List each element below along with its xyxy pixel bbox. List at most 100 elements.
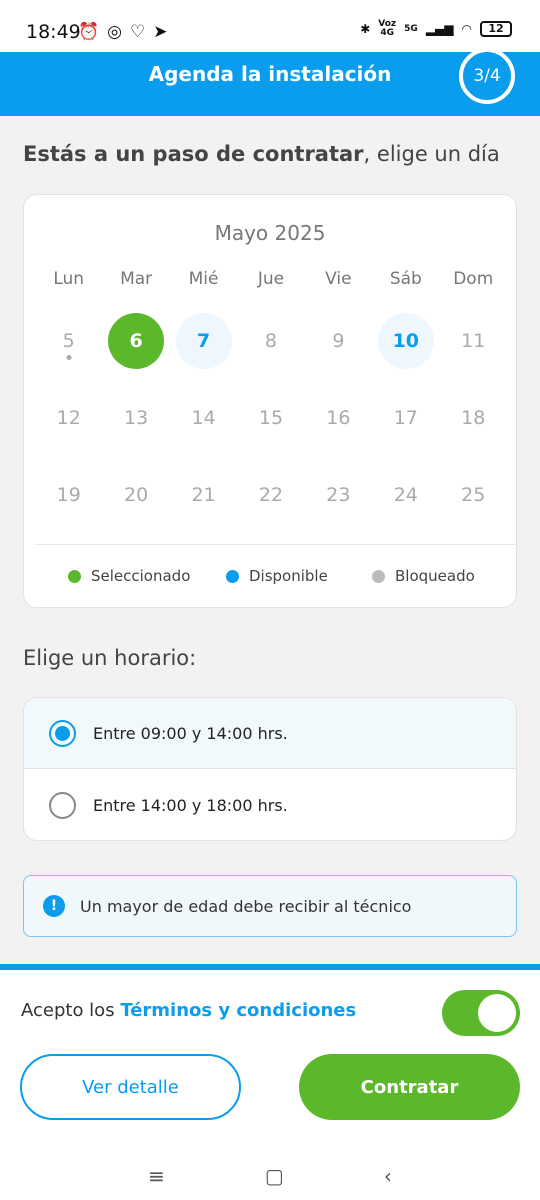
calendar-day-blocked: 21 <box>170 467 237 523</box>
legend-label: Disponible <box>249 567 328 585</box>
calendar-day-blocked: 25 <box>440 467 507 523</box>
calendar-week-row: 12 13 14 15 16 17 18 <box>35 390 507 446</box>
calendar-day-blocked: 15 <box>237 390 304 446</box>
calendar-day-number: 24 <box>393 484 418 506</box>
legend-dot-blocked <box>372 569 385 583</box>
weekday-label: Dom <box>453 269 494 289</box>
legend-label: Seleccionado <box>91 567 191 585</box>
calendar-card: Mayo 2025 Lun Mar Mié Jue Vie Sáb Dom 5 6… <box>23 194 517 608</box>
calendar-day-number: 21 <box>191 484 216 506</box>
weekday-label: Sáb <box>389 269 422 289</box>
telegram-icon: ➤ <box>153 22 168 42</box>
calendar-day-blocked: 9 <box>305 313 372 369</box>
weekday-label: Lun <box>53 269 85 289</box>
back-icon[interactable]: ‹ <box>384 1164 392 1188</box>
calendar-day-number: 22 <box>258 484 284 506</box>
app-icon: ♡ <box>130 22 146 42</box>
contract-button[interactable]: Contratar <box>299 1054 520 1120</box>
calendar-day-number: 5 <box>62 330 75 352</box>
calendar-day-blocked: 18 <box>440 390 507 446</box>
view-detail-button[interactable]: Ver detalle <box>20 1054 241 1120</box>
menu-icon[interactable]: ≡ <box>148 1164 165 1188</box>
calendar-month: Mayo 2025 <box>214 221 326 245</box>
calendar-day-available[interactable]: 10 <box>372 313 439 369</box>
terms-text: Acepto los Términos y condiciones <box>21 1000 356 1021</box>
calendar-day-blocked: 17 <box>372 390 439 446</box>
calendar-day-number: 11 <box>461 330 486 352</box>
today-dot-icon <box>66 355 72 360</box>
status-bar: 18:49 ⏰ ◎ ♡ ➤ ✱ Voz 4G 5G ▂▄▆ ◠ 12 <box>0 0 540 52</box>
bottom-action-sheet: Acepto los Términos y condiciones Ver de… <box>0 964 540 1200</box>
status-time: 18:49 <box>26 21 81 43</box>
calendar-day-blocked: 13 <box>102 390 169 446</box>
bluetooth-icon: ✱ <box>360 22 371 36</box>
calendar-day-blocked: 8 <box>237 313 304 369</box>
status-left-icons: ⏰ ◎ ♡ ➤ <box>78 22 168 42</box>
schedule-option-label: Entre 14:00 y 18:00 hrs. <box>93 796 288 815</box>
calendar-day-number: 9 <box>332 330 345 352</box>
voz-4g-indicator: Voz 4G <box>378 19 397 38</box>
calendar-day-blocked: 24 <box>372 467 439 523</box>
calendar-day-blocked: 12 <box>35 390 102 446</box>
terms-link[interactable]: Términos y condiciones <box>120 1000 356 1021</box>
calendar-week-row: 5 6 7 8 9 10 11 <box>35 313 507 369</box>
radio-unselected-icon[interactable] <box>49 792 76 819</box>
step-indicator: 3/4 <box>459 48 515 104</box>
signal-icon: ▂▄▆ <box>425 22 454 36</box>
weekday-header: Lun Mar Mié Jue Vie Sáb Dom <box>35 269 507 289</box>
home-icon[interactable]: ▢ <box>265 1164 284 1188</box>
calendar-day-available[interactable]: 7 <box>170 313 237 369</box>
status-right-icons: ✱ Voz 4G 5G ▂▄▆ ◠ 12 <box>360 20 512 38</box>
radio-selected-icon[interactable] <box>49 719 76 747</box>
calendar-day-selected[interactable]: 6 <box>102 313 169 369</box>
schedule-option-morning[interactable]: Entre 09:00 y 14:00 hrs. <box>24 698 516 769</box>
intro-text: Estás a un paso de contratar, elige un d… <box>23 142 500 166</box>
legend-available: Disponible <box>226 567 372 585</box>
schedule-option-afternoon[interactable]: Entre 14:00 y 18:00 hrs. <box>24 770 516 840</box>
info-icon: ! <box>43 895 65 917</box>
intro-rest: , elige un día <box>363 142 500 166</box>
calendar-day-blocked: 5 <box>35 313 102 369</box>
weekday-label: Mar <box>120 269 153 289</box>
calendar-day-number: 23 <box>326 484 351 506</box>
weekday-label: Vie <box>325 269 352 289</box>
5g-indicator: 5G <box>404 23 418 34</box>
legend-dot-selected <box>68 569 81 583</box>
intro-bold: Estás a un paso de contratar <box>23 142 364 166</box>
calendar-day-blocked: 20 <box>102 467 169 523</box>
calendar-day-number: 6 <box>108 313 165 369</box>
calendar-day-number: 18 <box>461 407 486 429</box>
calendar-day-blocked: 11 <box>440 313 507 369</box>
calendar-legend: Seleccionado Disponible Bloqueado <box>68 567 475 585</box>
calendar-day-blocked: 19 <box>35 467 102 523</box>
terms-prefix: Acepto los <box>21 1000 121 1021</box>
notice-text: Un mayor de edad debe recibir al técnico <box>80 896 412 916</box>
schedule-options: Entre 09:00 y 14:00 hrs. Entre 14:00 y 1… <box>23 697 517 841</box>
schedule-label: Elige un horario: <box>23 646 197 670</box>
calendar-day-blocked: 22 <box>237 467 304 523</box>
calendar-day-number: 25 <box>461 484 486 506</box>
terms-toggle[interactable] <box>442 990 520 1036</box>
calendar-day-number: 15 <box>258 407 284 429</box>
schedule-option-label: Entre 09:00 y 14:00 hrs. <box>93 723 288 743</box>
header: Agenda la instalación 3/4 <box>0 48 540 116</box>
calendar-day-number: 12 <box>56 407 81 429</box>
divider <box>35 544 516 545</box>
calendar-day-number: 10 <box>377 313 434 369</box>
legend-dot-available <box>226 569 239 583</box>
legend-selected: Seleccionado <box>68 567 226 585</box>
calendar-day-number: 19 <box>56 484 81 506</box>
calendar-day-number: 14 <box>191 407 216 429</box>
calendar-day-number: 16 <box>326 407 351 429</box>
weekday-label: Mié <box>188 269 219 289</box>
calendar-day-blocked: 23 <box>305 467 372 523</box>
legend-label: Bloqueado <box>395 567 475 585</box>
legend-blocked: Bloqueado <box>372 567 475 585</box>
info-notice: ! Un mayor de edad debe recibir al técni… <box>23 875 517 937</box>
calendar-day-number: 20 <box>124 484 149 506</box>
calendar-week-row: 19 20 21 22 23 24 25 <box>35 467 507 523</box>
calendar-day-blocked: 14 <box>170 390 237 446</box>
wifi-icon: ◠ <box>461 22 472 36</box>
instagram-icon: ◎ <box>107 22 123 42</box>
weekday-label: Jue <box>257 269 285 289</box>
